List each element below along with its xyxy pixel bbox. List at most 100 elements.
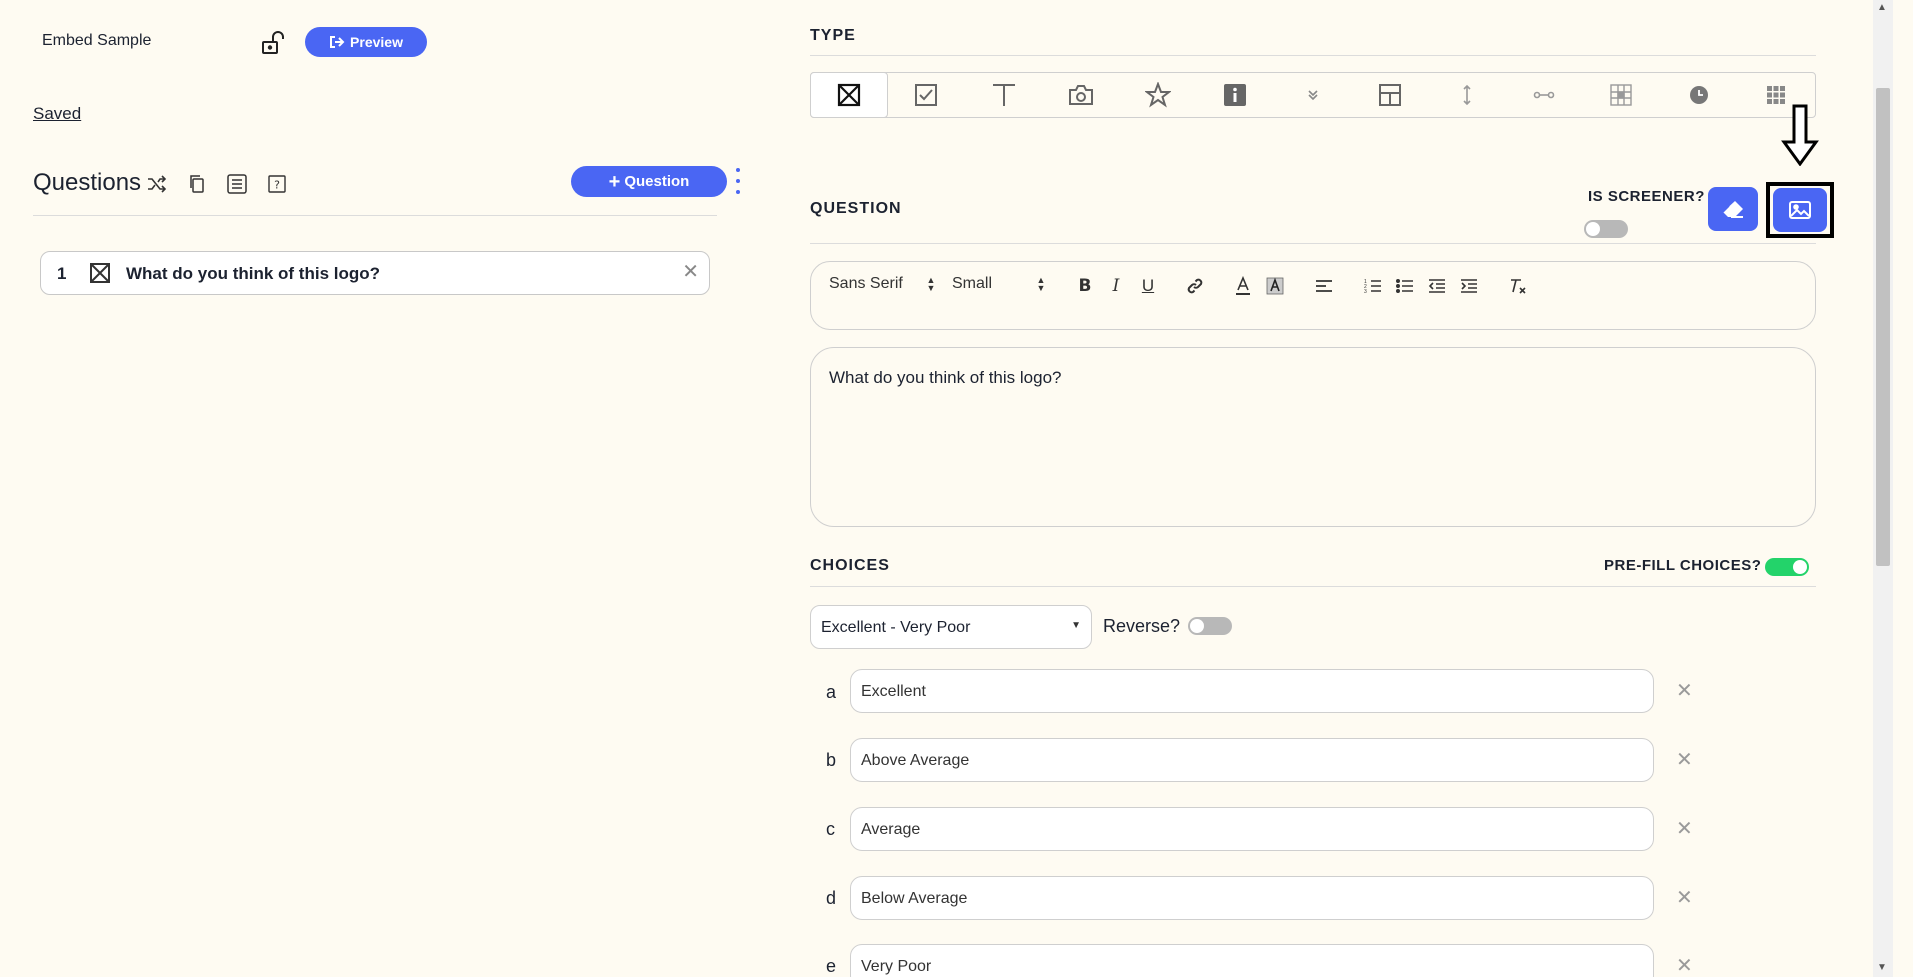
type-vertical-slider[interactable] bbox=[1429, 73, 1506, 117]
scrollbar-thumb[interactable] bbox=[1876, 88, 1890, 566]
text-color-icon[interactable] bbox=[1231, 274, 1255, 298]
single-choice-type-icon bbox=[90, 263, 110, 283]
help-icon[interactable]: ? bbox=[265, 172, 289, 196]
choice-letter: e bbox=[826, 956, 837, 976]
page-scrollbar[interactable]: ▲ ▼ bbox=[1873, 0, 1893, 977]
single-choice-icon bbox=[838, 83, 861, 107]
question-number: 1 bbox=[57, 264, 67, 283]
delete-choice-icon[interactable]: ✕ bbox=[1676, 681, 1693, 701]
choice-input[interactable]: Above Average bbox=[850, 738, 1654, 782]
add-question-button[interactable]: + Question bbox=[571, 166, 727, 197]
scroll-up-icon[interactable]: ▲ bbox=[1877, 2, 1887, 13]
horizontal-slider-icon bbox=[1533, 91, 1555, 99]
share-arrow-icon bbox=[330, 36, 345, 48]
ordered-list-icon[interactable]: 123 bbox=[1361, 274, 1385, 298]
type-layout[interactable] bbox=[1352, 73, 1429, 117]
unlock-icon[interactable] bbox=[258, 28, 288, 58]
question-list-item[interactable]: 1 What do you think of this logo? ✕ bbox=[40, 251, 710, 295]
delete-choice-icon[interactable]: ✕ bbox=[1676, 888, 1693, 908]
rich-text-toolbar: Sans Serif ▲ ▼ Small ▲ ▼ B I U 123 bbox=[810, 261, 1816, 330]
type-dropdown[interactable] bbox=[1274, 73, 1351, 117]
choice-value: Average bbox=[861, 821, 921, 838]
question-text: What do you think of this logo? bbox=[126, 264, 381, 283]
prefill-choices-toggle[interactable] bbox=[1765, 558, 1809, 576]
preview-label: Preview bbox=[350, 34, 403, 50]
question-list-panel: Embed Sample Preview Saved Questions ? +… bbox=[0, 0, 740, 977]
vertical-arrows-icon bbox=[1463, 84, 1471, 106]
type-rating[interactable] bbox=[1120, 73, 1197, 117]
type-matrix[interactable] bbox=[1583, 73, 1660, 117]
choice-input[interactable]: Excellent bbox=[850, 669, 1654, 713]
type-date-time[interactable] bbox=[1661, 73, 1738, 117]
type-single-choice[interactable] bbox=[810, 72, 889, 118]
info-icon bbox=[1224, 84, 1247, 106]
divider bbox=[810, 55, 1816, 56]
double-chevron-down-icon bbox=[1307, 90, 1318, 101]
down-arrow-icon bbox=[1781, 104, 1819, 166]
bullet-list-icon[interactable] bbox=[1393, 274, 1417, 298]
choice-value: Below Average bbox=[861, 890, 968, 907]
shuffle-icon[interactable] bbox=[145, 172, 169, 196]
list-view-icon[interactable] bbox=[225, 172, 249, 196]
saved-link[interactable]: Saved bbox=[33, 104, 81, 124]
questions-header: Questions ? + Question bbox=[33, 166, 740, 216]
preview-button[interactable]: Preview bbox=[305, 27, 427, 57]
delete-choice-icon[interactable]: ✕ bbox=[1676, 819, 1693, 839]
link-icon[interactable] bbox=[1183, 274, 1207, 298]
divider bbox=[810, 586, 1816, 587]
reverse-toggle[interactable] bbox=[1188, 617, 1232, 635]
layout-icon bbox=[1378, 84, 1401, 106]
questions-title: Questions bbox=[33, 169, 142, 196]
question-text-editor[interactable]: What do you think of this logo? bbox=[810, 347, 1816, 527]
type-text[interactable] bbox=[965, 73, 1042, 117]
more-options-icon[interactable] bbox=[733, 168, 743, 194]
question-text-content: What do you think of this logo? bbox=[829, 368, 1062, 387]
plus-icon: + bbox=[608, 170, 621, 193]
delete-question-icon[interactable]: ✕ bbox=[682, 262, 699, 282]
caret-down-icon: ▼ bbox=[1071, 620, 1081, 631]
question-type-bar bbox=[810, 72, 1816, 118]
camera-icon bbox=[1068, 85, 1093, 105]
star-icon bbox=[1145, 82, 1172, 108]
delete-choice-icon[interactable]: ✕ bbox=[1676, 956, 1693, 976]
text-icon bbox=[992, 84, 1015, 106]
clock-icon bbox=[1689, 86, 1708, 104]
grid-dots-icon bbox=[1766, 86, 1785, 104]
font-family-select[interactable]: Sans Serif bbox=[829, 275, 903, 293]
delete-choice-icon[interactable]: ✕ bbox=[1676, 750, 1693, 770]
align-left-icon[interactable] bbox=[1312, 274, 1336, 298]
type-info[interactable] bbox=[1197, 73, 1274, 117]
svg-text:?: ? bbox=[274, 179, 280, 192]
clear-formatting-button[interactable] bbox=[1708, 187, 1758, 231]
italic-icon[interactable]: I bbox=[1104, 274, 1128, 298]
bold-icon[interactable]: B bbox=[1073, 274, 1097, 298]
choice-value: Excellent bbox=[861, 683, 926, 700]
prefill-choices-label: PRE-FILL CHOICES? bbox=[1604, 557, 1762, 574]
choice-input[interactable]: Average bbox=[850, 807, 1654, 851]
question-editor: TYPE QUESTION IS SCREENER? Sans Serif ▲ … bbox=[810, 0, 1834, 977]
outdent-icon[interactable] bbox=[1425, 274, 1449, 298]
choice-input[interactable]: Below Average bbox=[850, 876, 1654, 920]
copy-icon[interactable] bbox=[185, 172, 209, 196]
underline-icon[interactable]: U bbox=[1136, 274, 1160, 298]
remove-format-icon[interactable] bbox=[1506, 274, 1530, 298]
is-screener-toggle[interactable] bbox=[1584, 220, 1628, 238]
choice-input[interactable]: Very Poor bbox=[850, 944, 1654, 977]
font-size-select[interactable]: Small bbox=[952, 275, 992, 293]
choice-letter: b bbox=[826, 750, 837, 770]
font-select-arrows-icon: ▲ ▼ bbox=[926, 275, 936, 293]
type-horizontal-slider[interactable] bbox=[1506, 73, 1583, 117]
type-photo[interactable] bbox=[1043, 73, 1120, 117]
checkbox-icon bbox=[915, 84, 938, 106]
add-image-button[interactable] bbox=[1766, 182, 1834, 238]
indent-icon[interactable] bbox=[1457, 274, 1481, 298]
choice-scale-select[interactable]: Excellent - Very Poor ▼ bbox=[810, 605, 1092, 649]
type-multiple-choice[interactable] bbox=[888, 73, 965, 117]
add-question-label: Question bbox=[624, 173, 690, 190]
scroll-down-icon[interactable]: ▼ bbox=[1877, 962, 1887, 973]
background-color-icon[interactable] bbox=[1263, 274, 1287, 298]
reverse-label: Reverse? bbox=[1103, 616, 1181, 636]
size-select-arrows-icon: ▲ ▼ bbox=[1036, 275, 1046, 293]
question-section-label: QUESTION bbox=[810, 200, 902, 217]
svg-text:3: 3 bbox=[1364, 289, 1367, 294]
